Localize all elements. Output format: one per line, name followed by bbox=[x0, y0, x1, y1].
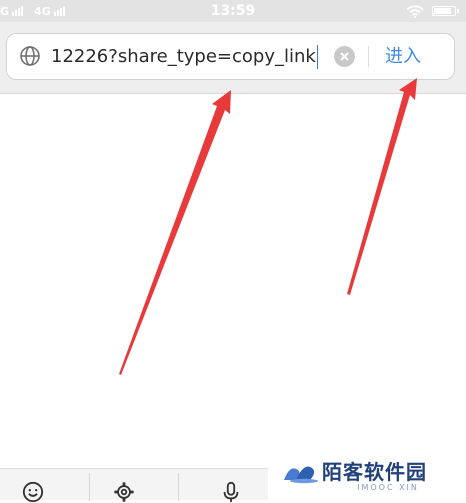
battery-icon bbox=[432, 6, 459, 16]
bottom-toolbar bbox=[0, 468, 268, 503]
annotation-arrow-url bbox=[119, 90, 231, 375]
emoji-button[interactable] bbox=[0, 469, 88, 503]
address-bar: 12226?share_type=copy_link 进入 bbox=[0, 22, 466, 94]
text-caret bbox=[316, 45, 319, 69]
field-divider bbox=[368, 46, 369, 67]
watermark-title: 陌客软件园 bbox=[322, 460, 427, 484]
watermark-logo-icon bbox=[284, 466, 318, 484]
settings-button[interactable] bbox=[90, 469, 178, 502]
status-bar: G 4G 13:59 bbox=[0, 0, 466, 22]
status-time: 13:59 bbox=[210, 3, 256, 19]
annotation-arrow-go bbox=[347, 78, 417, 295]
voice-button[interactable] bbox=[179, 469, 267, 503]
url-value[interactable]: 12226?share_type=copy_link bbox=[51, 46, 316, 67]
clear-icon[interactable] bbox=[334, 46, 355, 67]
globe-icon bbox=[20, 46, 40, 66]
url-input[interactable]: 12226?share_type=copy_link 进入 bbox=[6, 33, 455, 80]
url-text-wrap[interactable]: 12226?share_type=copy_link bbox=[51, 34, 319, 79]
watermark: 陌客软件园 IMOOC XIN bbox=[278, 456, 466, 500]
watermark-subtitle: IMOOC XIN bbox=[357, 483, 419, 492]
battery-level bbox=[434, 8, 452, 14]
wifi-icon bbox=[406, 4, 424, 18]
go-button[interactable]: 进入 bbox=[385, 34, 421, 79]
status-right bbox=[406, 0, 459, 22]
